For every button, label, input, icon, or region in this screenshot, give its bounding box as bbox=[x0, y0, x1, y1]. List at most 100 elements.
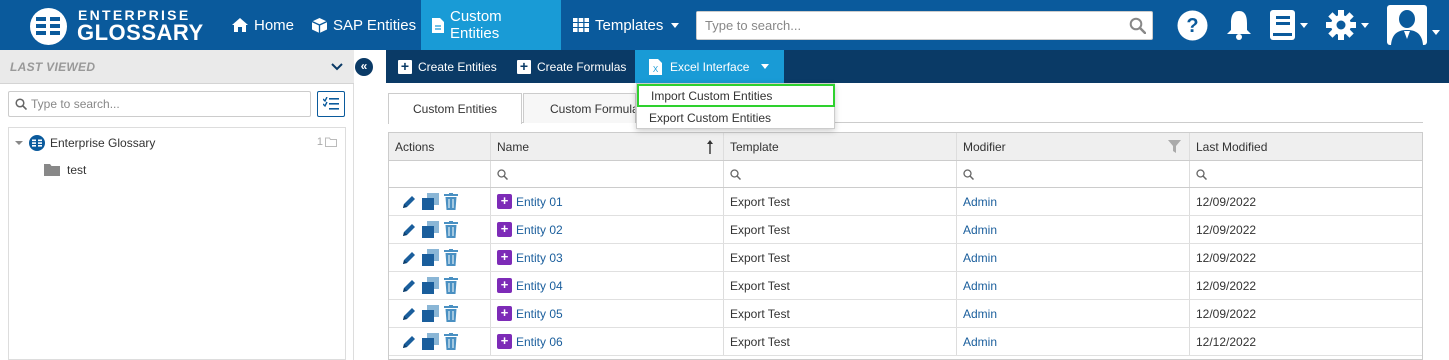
notifications-button[interactable] bbox=[1226, 9, 1252, 41]
modifier-link[interactable]: Admin bbox=[963, 251, 997, 265]
copy-icon[interactable] bbox=[422, 305, 439, 322]
last-viewed-bar[interactable]: LAST VIEWED bbox=[0, 50, 354, 84]
entity-plus-icon[interactable]: + bbox=[497, 222, 512, 237]
brand-logo[interactable]: ENTERPRISE GLOSSARY bbox=[30, 6, 203, 46]
tree-node-root[interactable]: Enterprise Glossary bbox=[15, 132, 155, 154]
entity-plus-icon[interactable]: + bbox=[497, 334, 512, 349]
create-entities-label: Create Entities bbox=[418, 59, 497, 74]
entity-plus-icon[interactable]: + bbox=[497, 194, 512, 209]
entity-plus-icon[interactable]: + bbox=[497, 250, 512, 265]
tab-custom-entities[interactable]: Custom Entities bbox=[388, 93, 522, 124]
column-actions: Actions bbox=[389, 133, 491, 160]
search-icon[interactable] bbox=[1129, 17, 1146, 34]
nav-home[interactable]: Home bbox=[222, 0, 304, 50]
row-template-cell: Export Test bbox=[724, 216, 957, 243]
entity-plus-icon[interactable]: + bbox=[497, 278, 512, 293]
trash-icon[interactable] bbox=[444, 193, 458, 210]
create-formulas-button[interactable]: + Create Formulas bbox=[507, 50, 636, 83]
filter-cell-name[interactable] bbox=[491, 161, 724, 187]
help-button[interactable]: ? bbox=[1177, 9, 1208, 41]
row-template-cell: Export Test bbox=[724, 272, 957, 299]
user-icon bbox=[1391, 10, 1423, 45]
row-modifier-cell: Admin bbox=[957, 188, 1190, 215]
nav-templates[interactable]: Templates bbox=[563, 0, 689, 50]
copy-icon[interactable] bbox=[422, 221, 439, 238]
nav-custom-entities[interactable]: Custom Entities bbox=[421, 0, 561, 50]
search-icon bbox=[15, 98, 27, 110]
modifier-link[interactable]: Admin bbox=[963, 223, 997, 237]
modifier-link[interactable]: Admin bbox=[963, 195, 997, 209]
tree-search-input[interactable] bbox=[31, 92, 301, 116]
tree-node-test[interactable]: test bbox=[44, 159, 86, 181]
global-search-input[interactable] bbox=[697, 12, 1117, 39]
table-row[interactable]: + Entity 05 Export Test Admin 12/09/2022 bbox=[389, 300, 1422, 328]
row-name-cell: + Entity 03 bbox=[491, 244, 724, 271]
trash-icon[interactable] bbox=[444, 277, 458, 294]
trash-icon[interactable] bbox=[444, 249, 458, 266]
edit-pencil-icon[interactable] bbox=[401, 278, 417, 294]
row-template-cell: Export Test bbox=[724, 188, 957, 215]
copy-icon[interactable] bbox=[422, 193, 439, 210]
row-modifier-cell: Admin bbox=[957, 300, 1190, 327]
trash-icon[interactable] bbox=[444, 333, 458, 350]
filter-cell-modifier[interactable] bbox=[957, 161, 1190, 187]
table-row[interactable]: + Entity 06 Export Test Admin 12/12/2022 bbox=[389, 328, 1422, 356]
tab-custom-formulas[interactable]: Custom Formulas bbox=[523, 93, 636, 123]
entity-name-link[interactable]: Entity 04 bbox=[516, 279, 563, 293]
modifier-link[interactable]: Admin bbox=[963, 335, 997, 349]
excel-interface-button[interactable]: X Excel Interface bbox=[635, 50, 784, 83]
import-custom-entities-item[interactable]: Import Custom Entities bbox=[637, 84, 835, 107]
entity-name-link[interactable]: Entity 01 bbox=[516, 195, 563, 209]
table-row[interactable]: + Entity 02 Export Test Admin 12/09/2022 bbox=[389, 216, 1422, 244]
modifier-link[interactable]: Admin bbox=[963, 279, 997, 293]
filter-cell-last-modified[interactable] bbox=[1190, 161, 1422, 187]
filter-icon[interactable] bbox=[1168, 140, 1181, 153]
column-last-modified[interactable]: Last Modified bbox=[1190, 133, 1422, 160]
edit-pencil-icon[interactable] bbox=[401, 250, 417, 266]
entity-name-link[interactable]: Entity 02 bbox=[516, 223, 563, 237]
export-custom-entities-item[interactable]: Export Custom Entities bbox=[637, 107, 836, 129]
column-name[interactable]: Name bbox=[491, 133, 724, 160]
column-template[interactable]: Template bbox=[724, 133, 957, 160]
create-entities-button[interactable]: + Create Entities bbox=[388, 50, 507, 83]
trash-icon[interactable] bbox=[444, 305, 458, 322]
book-icon bbox=[1270, 10, 1295, 40]
grid-filter-row bbox=[389, 161, 1422, 188]
chevron-down-icon[interactable] bbox=[331, 61, 343, 73]
entity-name-link[interactable]: Entity 05 bbox=[516, 307, 563, 321]
entity-plus-icon[interactable]: + bbox=[497, 306, 512, 321]
table-row[interactable]: + Entity 01 Export Test Admin 12/09/2022 bbox=[389, 188, 1422, 216]
table-row[interactable]: + Entity 04 Export Test Admin 12/09/2022 bbox=[389, 272, 1422, 300]
user-menu-chevron[interactable] bbox=[1430, 23, 1440, 38]
column-modifier[interactable]: Modifier bbox=[957, 133, 1190, 160]
table-row[interactable]: + Entity 03 Export Test Admin 12/09/2022 bbox=[389, 244, 1422, 272]
folder-outline-icon bbox=[325, 137, 337, 147]
entity-tabs: Custom Entities Custom Formulas bbox=[388, 93, 1423, 124]
row-last-modified-cell: 12/09/2022 bbox=[1196, 222, 1257, 237]
tree-filter-button[interactable] bbox=[317, 91, 345, 117]
create-formulas-label: Create Formulas bbox=[537, 59, 627, 74]
expand-caret-icon[interactable] bbox=[15, 139, 23, 147]
docs-button[interactable] bbox=[1270, 9, 1308, 41]
edit-pencil-icon[interactable] bbox=[401, 334, 417, 350]
edit-pencil-icon[interactable] bbox=[401, 194, 417, 210]
collapse-panel-button[interactable]: « bbox=[354, 56, 374, 78]
copy-icon[interactable] bbox=[422, 277, 439, 294]
excel-interface-label: Excel Interface bbox=[670, 59, 750, 74]
edit-pencil-icon[interactable] bbox=[401, 222, 417, 238]
sort-ascending-icon[interactable] bbox=[707, 140, 713, 154]
edit-pencil-icon[interactable] bbox=[401, 306, 417, 322]
filter-cell-template[interactable] bbox=[724, 161, 957, 187]
row-actions bbox=[389, 188, 491, 215]
copy-icon[interactable] bbox=[422, 249, 439, 266]
settings-button[interactable] bbox=[1326, 9, 1369, 41]
entity-name-link[interactable]: Entity 03 bbox=[516, 251, 563, 265]
user-avatar[interactable] bbox=[1387, 5, 1427, 45]
trash-icon[interactable] bbox=[444, 221, 458, 238]
modifier-link[interactable]: Admin bbox=[963, 307, 997, 321]
entity-name-link[interactable]: Entity 06 bbox=[516, 335, 563, 349]
search-icon bbox=[730, 168, 741, 180]
chevron-down-icon bbox=[1300, 22, 1308, 28]
copy-icon[interactable] bbox=[422, 333, 439, 350]
nav-sap-entities[interactable]: SAP Entities bbox=[302, 0, 426, 50]
